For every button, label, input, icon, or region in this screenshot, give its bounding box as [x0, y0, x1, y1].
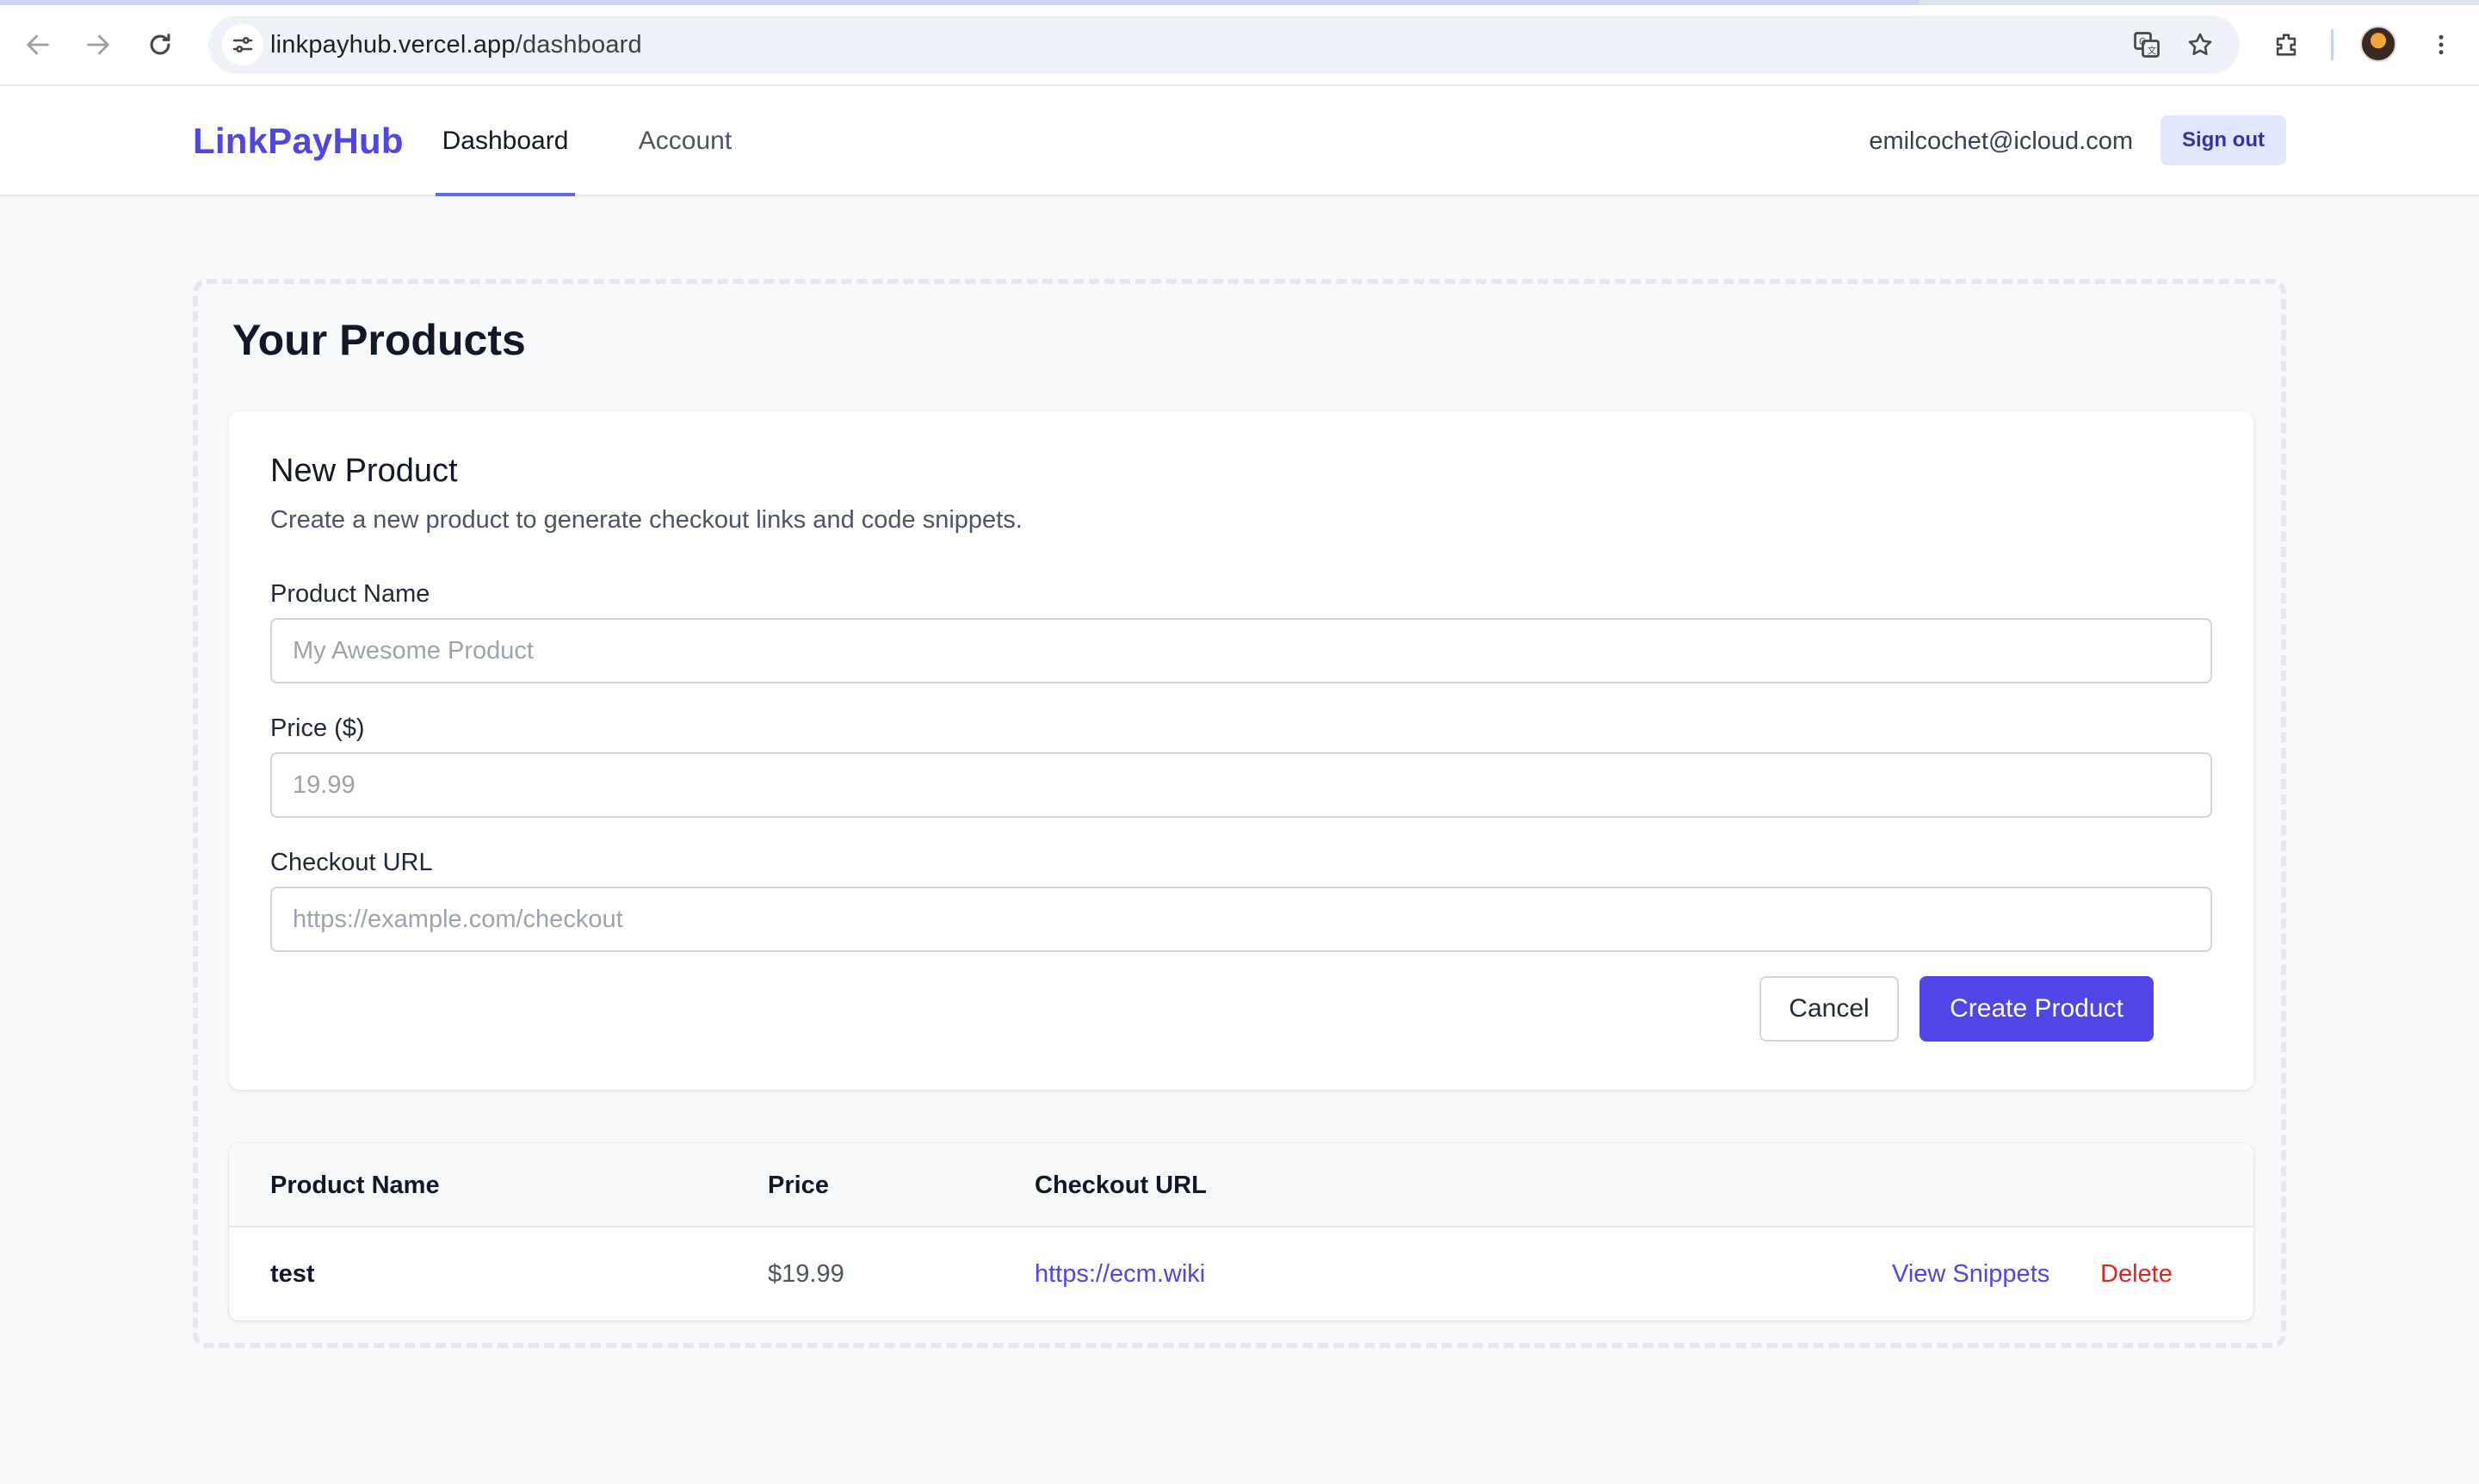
product-name-input[interactable]: [270, 618, 2212, 683]
forward-icon[interactable]: [72, 19, 124, 71]
extensions-icon[interactable]: [2260, 19, 2312, 71]
sign-out-button[interactable]: Sign out: [2161, 115, 2286, 165]
delete-link[interactable]: Delete: [2100, 1227, 2173, 1320]
toolbar-divider: [2331, 29, 2334, 60]
active-tab-indicator: [0, 0, 1920, 5]
checkout-url-input[interactable]: [270, 887, 2212, 952]
cancel-button[interactable]: Cancel: [1759, 976, 1899, 1042]
view-snippets-link[interactable]: View Snippets: [1892, 1227, 2049, 1320]
tab-strip: [0, 0, 2479, 5]
site-settings-icon[interactable]: [222, 24, 263, 65]
price-cell: $19.99: [768, 1260, 844, 1288]
product-name-cell: test: [270, 1260, 315, 1288]
column-header-price: Price: [768, 1172, 829, 1199]
browser-toolbar: linkpayhub.vercel.app/dashboard G文: [0, 0, 2479, 86]
back-icon[interactable]: [12, 19, 64, 71]
product-name-label: Product Name: [270, 580, 430, 608]
menu-kebab-icon[interactable]: [2415, 19, 2467, 71]
app-header: LinkPayHub Dashboard Account emilcochet@…: [0, 86, 2479, 196]
url-path: /dashboard: [515, 31, 642, 59]
tab-account[interactable]: Account: [628, 86, 742, 196]
checkout-url-link[interactable]: https://ecm.wiki: [1035, 1227, 1205, 1320]
price-label: Price ($): [270, 714, 365, 742]
column-header-checkout-url: Checkout URL: [1035, 1172, 1207, 1199]
url-text[interactable]: linkpayhub.vercel.app/dashboard: [270, 15, 642, 74]
checkout-url-label: Checkout URL: [270, 849, 433, 876]
table-header: Product Name Price Checkout URL: [229, 1143, 2253, 1227]
products-table: Product Name Price Checkout URL test $19…: [229, 1143, 2253, 1320]
profile-avatar[interactable]: [2360, 26, 2396, 62]
reload-icon[interactable]: [134, 19, 186, 71]
new-product-description: Create a new product to generate checkou…: [270, 506, 1023, 534]
new-product-card: New Product Create a new product to gene…: [229, 411, 2253, 1090]
url-host: linkpayhub.vercel.app: [270, 31, 516, 59]
products-section: Your Products New Product Create a new p…: [193, 279, 2286, 1348]
brand-logo[interactable]: LinkPayHub: [193, 86, 404, 196]
translate-icon[interactable]: G文: [2128, 26, 2166, 64]
create-product-button[interactable]: Create Product: [1920, 976, 2154, 1042]
address-bar[interactable]: linkpayhub.vercel.app/dashboard G文: [208, 15, 2240, 74]
column-header-product-name: Product Name: [270, 1172, 440, 1199]
svg-text:文: 文: [2148, 45, 2157, 56]
price-input[interactable]: [270, 752, 2212, 818]
svg-text:G: G: [2139, 37, 2146, 47]
user-email: emilcochet@icloud.com: [1869, 127, 2133, 155]
table-row: test $19.99 https://ecm.wiki View Snippe…: [229, 1227, 2253, 1320]
bookmark-star-icon[interactable]: [2181, 26, 2219, 64]
page-title: Your Products: [232, 316, 526, 364]
tab-dashboard[interactable]: Dashboard: [436, 86, 575, 196]
new-product-title: New Product: [270, 453, 458, 489]
